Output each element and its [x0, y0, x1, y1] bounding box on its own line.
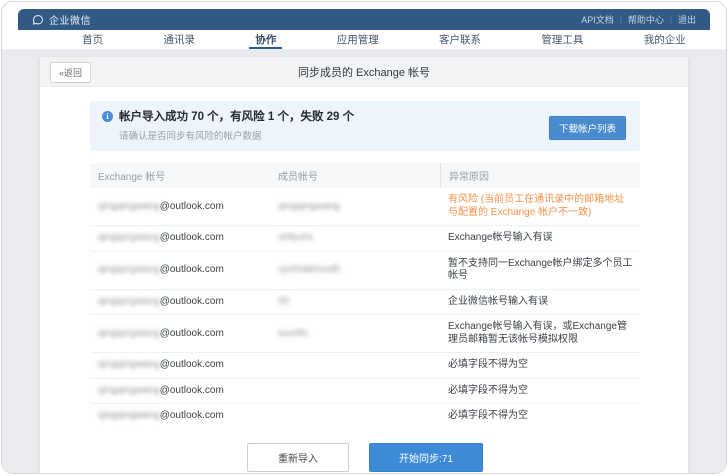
exchange-account-cell: qingqingwang@outlook.com — [90, 226, 270, 251]
redacted-account-name: qingqingwang — [98, 385, 160, 396]
member-account-cell: uhfyuhs — [270, 226, 440, 251]
error-reason-cell: 暂不支持同一Exchange帐户绑定多个员工帐号 — [440, 252, 640, 289]
sync-result-table: Exchange 帐号 成员帐号 异常原因 qingqingwang@outlo… — [90, 163, 640, 429]
table-row: qingqingwang@outlook.com 必填字段不得为空 — [90, 353, 640, 379]
error-reason-cell: 有风险 (当前员工在通讯录中的邮箱地址与配置的 Exchange 帐户不一致) — [440, 188, 640, 225]
error-reason-cell: Exchange帐号输入有误 — [440, 226, 640, 251]
topbar-wrap: 企业微信 API文档 | 帮助中心 | 退出 — [2, 2, 726, 30]
app-window: 企业微信 API文档 | 帮助中心 | 退出 首页 通讯录 协作 应用管理 客户联系 管理… — [1, 1, 727, 474]
redacted-account-name: qingqingwang — [98, 201, 160, 212]
redacted-account-name: qingqingwang — [98, 410, 160, 421]
table-row: qingqingwang@outlook.com uyshidahoudh 暂不支持… — [90, 252, 640, 290]
table-header-row: Exchange 帐号 成员帐号 异常原因 — [90, 163, 640, 188]
topbar-links: API文档 | 帮助中心 | 退出 — [581, 13, 696, 26]
nav-tab-1[interactable]: 通讯录 — [156, 30, 204, 49]
account-domain: @outlook.com — [160, 385, 224, 396]
column-header-error-reason: 异常原因 — [440, 163, 640, 188]
redacted-account-name: qingqingwang — [98, 264, 160, 275]
chat-bubble-icon — [32, 14, 44, 26]
exchange-account-cell: qingqingwang@outlook.com — [90, 258, 270, 283]
exchange-account-cell: qingqingwang@outlook.com — [90, 353, 270, 378]
summary-subline: 请确认是否同步有风险的帐户数据 — [119, 128, 354, 142]
table-row: qingqingwang@outlook.com 必填字段不得为空 — [90, 379, 640, 405]
api-docs-link[interactable]: API文档 — [581, 13, 614, 26]
error-reason-cell: Exchange帐号输入有误，或Exchange管理员邮箱暂无该帐号模拟权限 — [440, 315, 640, 352]
member-account-cell — [270, 411, 440, 423]
redacted-member-name: 00 — [278, 296, 289, 307]
error-reason-cell: 必填字段不得为空 — [440, 404, 640, 429]
page-background: «返回 同步成员的 Exchange 帐号 i 帐户导入成功 70 个，有风险 … — [2, 50, 726, 473]
member-account-cell: qingqingwang — [270, 195, 440, 220]
link-separator: | — [620, 15, 622, 24]
brand-label: 企业微信 — [49, 12, 91, 27]
member-account-cell — [270, 385, 440, 397]
import-summary-box: i 帐户导入成功 70 个，有风险 1 个，失败 29 个 请确认是否同步有风险… — [90, 101, 640, 151]
exchange-account-cell: qingqingwang@outlook.com — [90, 404, 270, 429]
help-center-link[interactable]: 帮助中心 — [628, 13, 664, 26]
info-circle-icon: i — [102, 111, 113, 122]
redacted-account-name: qingqingwang — [98, 328, 160, 339]
member-account-cell — [270, 360, 440, 372]
account-domain: @outlook.com — [160, 328, 224, 339]
exchange-account-cell: qingqingwang@outlook.com — [90, 195, 270, 220]
footer-actions: 重新导入 开始同步:71 — [90, 443, 640, 472]
download-account-list-button[interactable]: 下载帐户列表 — [549, 116, 626, 140]
account-domain: @outlook.com — [160, 296, 224, 307]
exchange-account-cell: qingqingwang@outlook.com — [90, 379, 270, 404]
nav-tab-3[interactable]: 应用管理 — [329, 30, 387, 49]
nav-tab-0[interactable]: 首页 — [74, 30, 111, 49]
column-header-member-account: 成员帐号 — [270, 163, 440, 188]
logout-link[interactable]: 退出 — [678, 13, 696, 26]
account-domain: @outlook.com — [160, 410, 224, 421]
member-account-cell: suuhfo — [270, 322, 440, 347]
nav-tab-4[interactable]: 客户联系 — [431, 30, 489, 49]
back-button[interactable]: «返回 — [50, 62, 91, 83]
exchange-account-cell: qingqingwang@outlook.com — [90, 322, 270, 347]
page-title: 同步成员的 Exchange 帐号 — [298, 64, 430, 80]
account-domain: @outlook.com — [160, 232, 224, 243]
nav-tab-2[interactable]: 协作 — [247, 30, 284, 49]
nav-tab-6[interactable]: 我的企业 — [636, 30, 694, 49]
table-row: qingqingwang@outlook.com 必填字段不得为空 — [90, 404, 640, 429]
topbar: 企业微信 API文档 | 帮助中心 | 退出 — [18, 9, 710, 30]
redacted-member-name: uhfyuhs — [278, 232, 313, 243]
column-header-exchange-account: Exchange 帐号 — [90, 163, 270, 188]
account-domain: @outlook.com — [160, 201, 224, 212]
main-nav: 首页 通讯录 协作 应用管理 客户联系 管理工具 我的企业 — [2, 30, 726, 50]
account-domain: @outlook.com — [160, 359, 224, 370]
redacted-account-name: qingqingwang — [98, 232, 160, 243]
redacted-member-name: uyshidahoudh — [278, 264, 340, 275]
nav-tab-5[interactable]: 管理工具 — [533, 30, 591, 49]
start-sync-button[interactable]: 开始同步:71 — [369, 443, 483, 472]
content-card: «返回 同步成员的 Exchange 帐号 i 帐户导入成功 70 个，有风险 … — [40, 57, 688, 473]
redacted-account-name: qingqingwang — [98, 359, 160, 370]
member-account-cell: 00 — [270, 290, 440, 315]
table-body: qingqingwang@outlook.comqingqingwang有风险 … — [90, 188, 640, 429]
reimport-button[interactable]: 重新导入 — [247, 443, 349, 472]
link-separator: | — [670, 15, 672, 24]
summary-headline: 帐户导入成功 70 个，有风险 1 个，失败 29 个 — [119, 110, 354, 124]
member-account-cell: uyshidahoudh — [270, 258, 440, 283]
table-row: qingqingwang@outlook.com uhfyuhs Exchange帐… — [90, 226, 640, 252]
account-domain: @outlook.com — [160, 264, 224, 275]
redacted-account-name: qingqingwang — [98, 296, 160, 307]
redacted-member-name: qingqingwang — [278, 201, 340, 212]
redacted-member-name: suuhfo — [278, 328, 308, 339]
summary-text-group: i 帐户导入成功 70 个，有风险 1 个，失败 29 个 请确认是否同步有风险… — [102, 110, 354, 142]
brand: 企业微信 — [32, 12, 91, 27]
table-row: qingqingwang@outlook.com suuhfo Exchange帐号… — [90, 315, 640, 353]
table-row: qingqingwang@outlook.com 00 企业微信帐号输入有误 — [90, 290, 640, 316]
card-header: «返回 同步成员的 Exchange 帐号 — [40, 57, 688, 87]
error-reason-cell: 企业微信帐号输入有误 — [440, 290, 640, 315]
exchange-account-cell: qingqingwang@outlook.com — [90, 290, 270, 315]
error-reason-cell: 必填字段不得为空 — [440, 379, 640, 404]
error-reason-cell: 必填字段不得为空 — [440, 353, 640, 378]
card-body: i 帐户导入成功 70 个，有风险 1 个，失败 29 个 请确认是否同步有风险… — [40, 87, 688, 473]
table-row: qingqingwang@outlook.comqingqingwang有风险 … — [90, 188, 640, 226]
